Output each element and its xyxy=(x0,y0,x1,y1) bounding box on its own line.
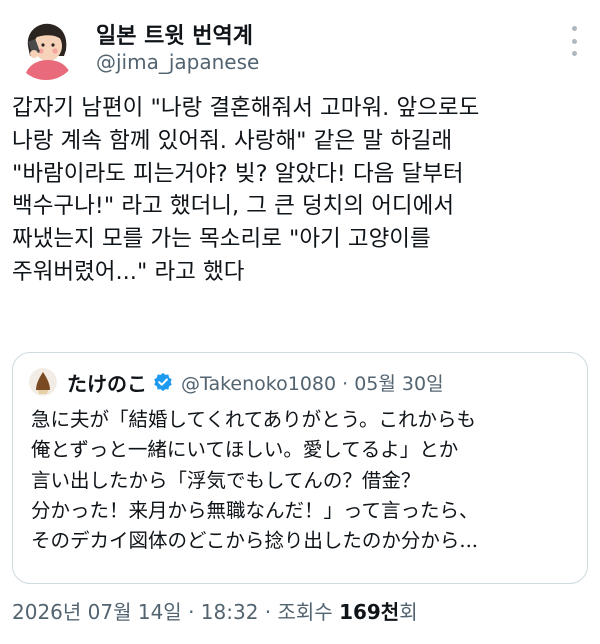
quoted-display-name[interactable]: たけのこ xyxy=(67,368,147,397)
verified-badge-icon xyxy=(154,372,172,392)
tweet-footer: 2026년 07월 14일 · 18:32 · 조회수 169천회 xyxy=(12,596,418,625)
tweet-header: 일본 트윗 번역계 @jima_japanese xyxy=(10,8,590,88)
view-count: 169천 xyxy=(339,600,400,624)
avatar[interactable] xyxy=(14,16,78,80)
quoted-tweet-header: たけのこ @Takenoko1080 · 05월 30일 xyxy=(29,367,444,397)
tweet-text: 갑자기 남편이 "나랑 결혼해줘서 고마워. 앞으로도 나랑 계속 함께 있어줘… xyxy=(12,95,480,285)
author-handle[interactable]: @jima_japanese xyxy=(96,50,259,74)
author-display-name[interactable]: 일본 트윗 번역계 xyxy=(96,18,253,50)
tweet-date[interactable]: 2026년 07월 14일 · 18:32 · 조회수 xyxy=(12,600,339,624)
quoted-meta: @Takenoko1080 · 05월 30일 xyxy=(181,372,444,395)
quoted-avatar[interactable] xyxy=(29,368,57,396)
more-vertical-icon[interactable] xyxy=(564,26,584,56)
quoted-tweet[interactable]: たけのこ @Takenoko1080 · 05월 30일 急に夫が「結婚してくれ… xyxy=(12,352,588,584)
quoted-tweet-text: 急に夫が「結婚してくれてありがとう。これからも 俺とずっと一緒にいてほしい。愛し… xyxy=(31,408,479,553)
view-suffix: 회 xyxy=(399,600,418,624)
